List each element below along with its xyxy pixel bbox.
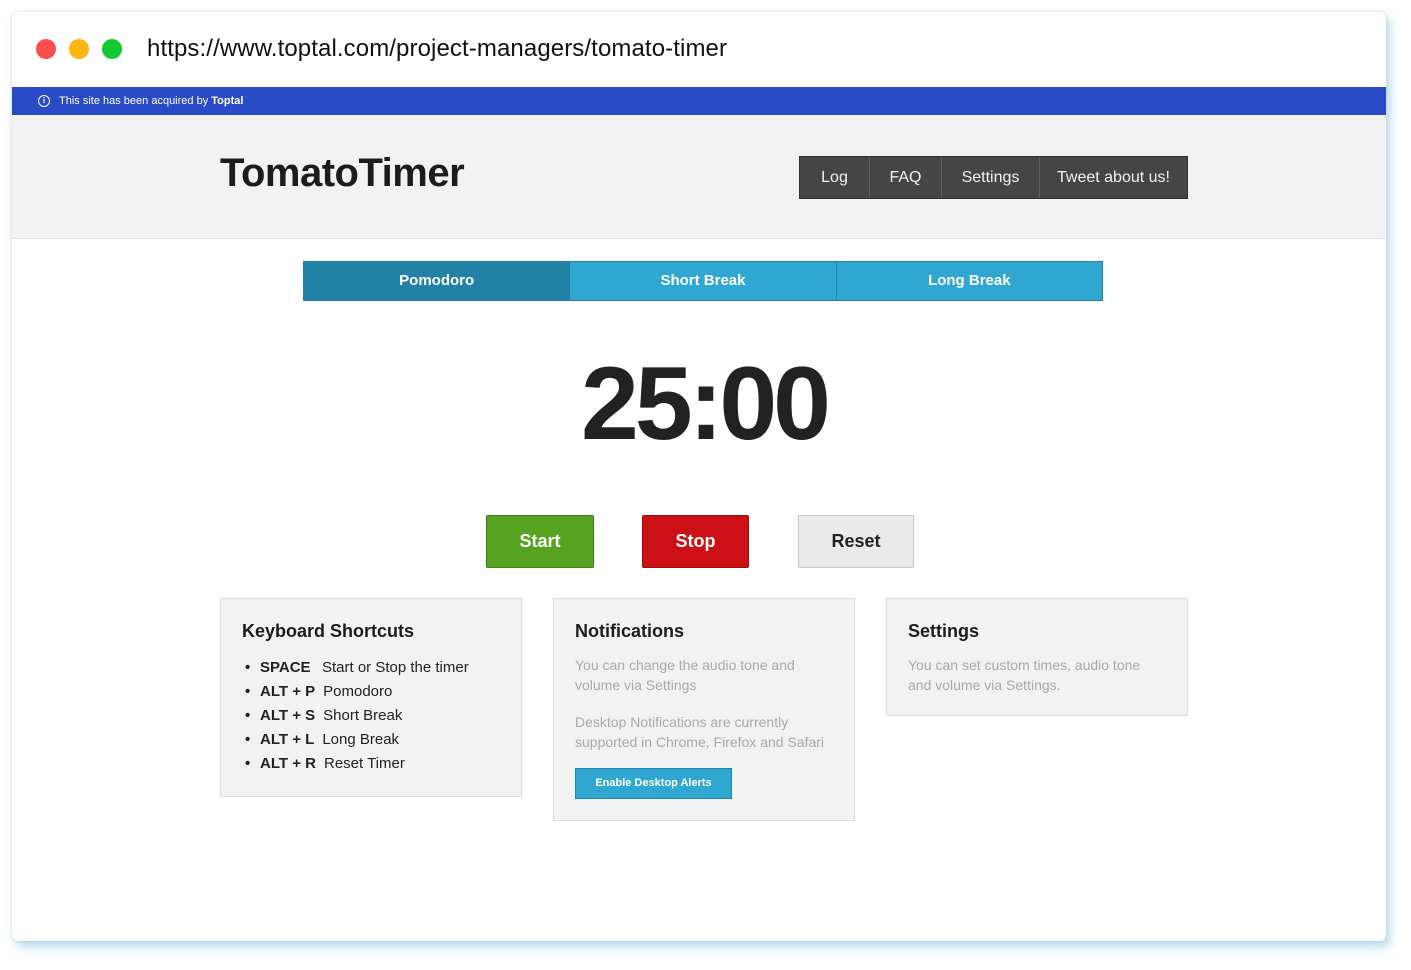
address-bar[interactable]: https://www.toptal.com/project-managers/… [147, 35, 727, 63]
close-window-button[interactable] [36, 39, 56, 59]
start-button[interactable]: Start [486, 515, 594, 568]
site-header: TomatoTimer Log FAQ Settings Tweet about… [12, 115, 1386, 239]
site-logo[interactable]: TomatoTimer [220, 151, 465, 196]
nav-log[interactable]: Log [800, 157, 870, 198]
shortcut-key: ALT + P [260, 683, 316, 700]
minimize-window-button[interactable] [69, 39, 89, 59]
enable-desktop-alerts-button[interactable]: Enable Desktop Alerts [575, 768, 732, 799]
notice-text: This site has been acquired by [59, 95, 209, 107]
settings-panel: Settings You can set custom times, audio… [886, 598, 1188, 716]
keyboard-shortcuts-panel: Keyboard Shortcuts • SPACE Start or Stop t… [220, 598, 522, 797]
nav-tweet[interactable]: Tweet about us! [1040, 157, 1187, 198]
shortcut-desc: Start or Stop the timer [322, 659, 469, 676]
shortcut-list: • SPACE Start or Stop the timer • ALT + P Po… [245, 659, 469, 779]
panel-title: Keyboard Shortcuts [242, 621, 415, 641]
shortcut-desc: Reset Timer [323, 755, 405, 772]
panel-title: Notifications [575, 621, 685, 641]
list-item: • ALT + P Pomodoro [245, 683, 393, 700]
list-item: • ALT + L Long Break [245, 731, 400, 748]
notice-brand-link[interactable]: Toptal [211, 95, 243, 107]
list-item: • ALT + S Short Break [245, 707, 403, 724]
shortcut-desc: Short Break [323, 707, 403, 724]
shortcut-key: ALT + L [260, 731, 315, 748]
shortcut-key: ALT + R [260, 755, 316, 772]
browser-titlebar: https://www.toptal.com/project-managers/… [12, 12, 1386, 87]
stop-button[interactable]: Stop [642, 515, 749, 568]
acquisition-notice-text: This site has been acquired by Toptal [59, 95, 243, 107]
notifications-text-audio: You can change the audio tone and volume… [575, 657, 795, 693]
browser-window: https://www.toptal.com/project-managers/… [12, 12, 1386, 941]
shortcut-desc: Long Break [322, 731, 400, 748]
tab-short-break[interactable]: Short Break [570, 262, 837, 300]
nav-settings[interactable]: Settings [942, 157, 1040, 198]
info-icon: i [38, 95, 50, 107]
reset-button[interactable]: Reset [798, 515, 914, 568]
nav-faq[interactable]: FAQ [870, 157, 942, 198]
maximize-window-button[interactable] [102, 39, 122, 59]
tab-pomodoro[interactable]: Pomodoro [304, 262, 571, 300]
settings-text: You can set custom times, audio tone and… [908, 657, 1141, 693]
shortcut-desc: Pomodoro [323, 683, 393, 700]
panel-title: Settings [908, 621, 980, 641]
notifications-text-desktop: Desktop Notifications are currently supp… [575, 714, 825, 750]
shortcut-key: ALT + S [260, 707, 316, 724]
shortcut-key: SPACE [260, 659, 311, 676]
list-item: • ALT + R Reset Timer [245, 755, 405, 772]
timer-mode-tabs: Pomodoro Short Break Long Break [303, 261, 1103, 301]
acquisition-notice-bar: i This site has been acquired by Toptal [12, 87, 1386, 115]
notifications-panel: Notifications You can change the audio t… [553, 598, 855, 821]
top-nav: Log FAQ Settings Tweet about us! [799, 156, 1188, 199]
tab-long-break[interactable]: Long Break [836, 262, 1102, 300]
list-item: • SPACE Start or Stop the timer [245, 659, 469, 676]
timer-display: 25:00 [581, 346, 831, 462]
